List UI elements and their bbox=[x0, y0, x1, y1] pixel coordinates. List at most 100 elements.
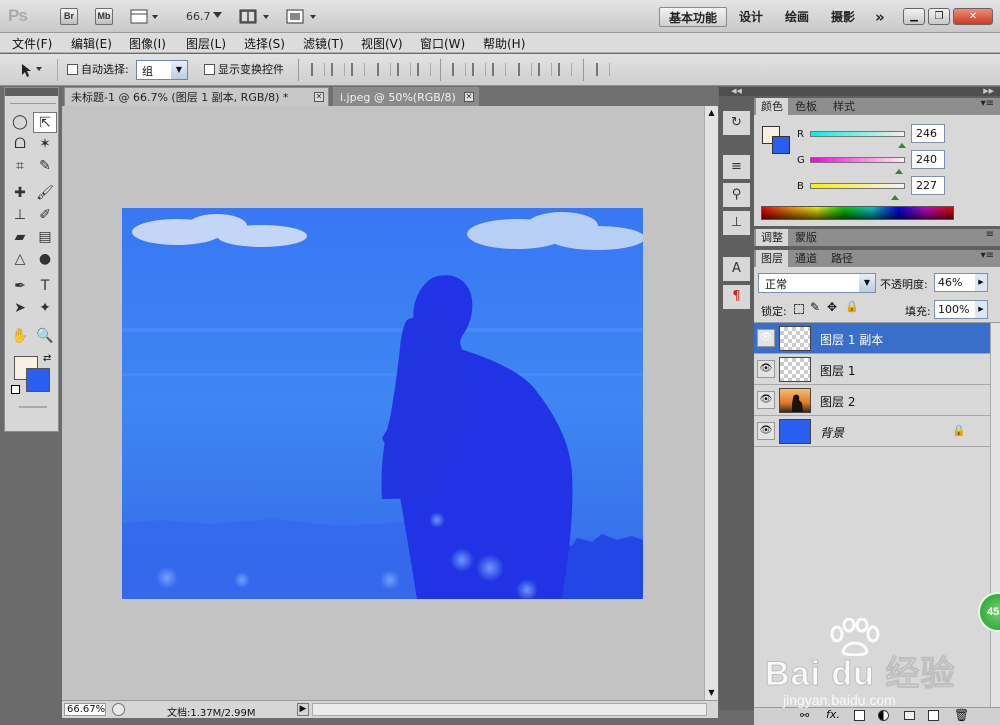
blend-mode-dropdown[interactable]: 正常 ▼ bbox=[758, 273, 876, 293]
tab-layers[interactable]: 图层 bbox=[756, 250, 788, 267]
menu-edit[interactable]: 编辑(E) bbox=[71, 35, 112, 52]
color-spectrum-bar[interactable] bbox=[761, 206, 954, 220]
panel-menu-icon[interactable]: ≡ bbox=[986, 229, 994, 240]
distribute-top-icon[interactable] bbox=[452, 63, 466, 76]
layer-row-layer1[interactable]: 👁 图层 1 bbox=[754, 354, 990, 385]
pen-tool-icon[interactable]: ✒ bbox=[8, 276, 32, 297]
lock-position-icon[interactable]: ✥ bbox=[827, 300, 837, 314]
scroll-down-icon[interactable]: ▼ bbox=[705, 686, 718, 699]
quick-mask-icon[interactable] bbox=[19, 406, 47, 408]
menu-view[interactable]: 视图(V) bbox=[361, 35, 403, 52]
align-bottom-icon[interactable] bbox=[351, 63, 365, 76]
tab-adjustments[interactable]: 调整 bbox=[756, 229, 788, 246]
layers-scrollbar[interactable] bbox=[990, 323, 1000, 723]
g-value-field[interactable]: 240 bbox=[911, 150, 945, 169]
r-value-field[interactable]: 246 bbox=[911, 124, 945, 143]
lasso-tool-icon[interactable]: ᗝ bbox=[8, 134, 32, 155]
marquee-tool-icon[interactable]: ◯ bbox=[8, 112, 32, 133]
mini-bridge-button[interactable]: Mb bbox=[95, 8, 113, 25]
close-tab-icon[interactable]: ✕ bbox=[314, 92, 324, 102]
floating-badge[interactable]: 45 bbox=[978, 592, 1000, 632]
distribute-bottom-icon[interactable] bbox=[492, 63, 506, 76]
hand-tool-icon[interactable]: ✋ bbox=[8, 326, 32, 347]
tab-paths[interactable]: 路径 bbox=[826, 250, 858, 267]
horizontal-scrollbar[interactable] bbox=[312, 703, 707, 716]
auto-align-icon[interactable] bbox=[596, 63, 610, 76]
menu-window[interactable]: 窗口(W) bbox=[420, 35, 465, 52]
panel-menu-icon[interactable]: ▾≡ bbox=[981, 98, 994, 109]
history-panel-icon[interactable]: ↻ bbox=[723, 111, 750, 135]
auto-select-checkbox[interactable] bbox=[67, 64, 78, 75]
show-transform-checkbox[interactable] bbox=[204, 64, 215, 75]
visibility-eye-icon[interactable]: 👁 bbox=[757, 360, 775, 378]
close-tab-icon[interactable]: ✕ bbox=[464, 92, 474, 102]
opacity-field[interactable]: 46% ▶ bbox=[934, 273, 988, 292]
visibility-eye-icon[interactable]: 👁 bbox=[757, 329, 775, 347]
menu-file[interactable]: 文件(F) bbox=[12, 35, 52, 52]
tab-styles[interactable]: 样式 bbox=[828, 98, 860, 115]
menu-layer[interactable]: 图层(L) bbox=[186, 35, 226, 52]
type-tool-icon[interactable]: T bbox=[33, 276, 57, 297]
opacity-arrow-icon[interactable]: ▶ bbox=[975, 274, 987, 291]
align-hcenter-icon[interactable] bbox=[397, 63, 411, 76]
align-top-icon[interactable] bbox=[311, 63, 325, 76]
align-right-icon[interactable] bbox=[417, 63, 431, 76]
tab-color[interactable]: 颜色 bbox=[756, 98, 788, 115]
tab-masks[interactable]: 蒙版 bbox=[790, 229, 822, 246]
canvas-area[interactable] bbox=[62, 106, 704, 700]
more-workspaces-button[interactable]: » bbox=[866, 7, 894, 27]
tool-preset-picker[interactable] bbox=[8, 59, 58, 81]
close-button[interactable]: ✕ bbox=[953, 8, 993, 25]
dock-collapse-icon[interactable]: ◀◀ bbox=[719, 87, 754, 96]
dock-expand-icon[interactable]: ▶▶ bbox=[754, 87, 1000, 96]
workspace-design[interactable]: 设计 bbox=[730, 7, 772, 27]
quick-selection-tool-icon[interactable]: ✶ bbox=[33, 134, 57, 155]
restore-button[interactable]: ❐ bbox=[928, 8, 950, 25]
auto-select-dropdown[interactable]: 组 ▼ bbox=[136, 60, 188, 80]
swap-colors-icon[interactable]: ⇄ bbox=[43, 353, 51, 364]
fill-field[interactable]: 100% ▶ bbox=[934, 300, 988, 319]
zoom-percentage-field[interactable]: 66.67% bbox=[64, 703, 106, 716]
minimize-button[interactable]: ▁ bbox=[903, 8, 925, 25]
visibility-eye-icon[interactable]: 👁 bbox=[757, 422, 775, 440]
zoom-dropdown-icon[interactable] bbox=[213, 12, 222, 19]
panel-menu-icon[interactable]: ▾≡ bbox=[981, 250, 994, 261]
default-colors-icon[interactable] bbox=[11, 385, 20, 394]
layer-name[interactable]: 背景 bbox=[820, 424, 844, 441]
layer-name[interactable]: 图层 2 bbox=[820, 393, 855, 410]
dodge-tool-icon[interactable]: ● bbox=[33, 249, 57, 270]
background-color-swatch[interactable] bbox=[26, 368, 50, 392]
lock-all-icon[interactable]: 🔒 bbox=[845, 300, 859, 313]
workspace-painting[interactable]: 绘画 bbox=[776, 7, 818, 27]
tab-channels[interactable]: 通道 bbox=[790, 250, 822, 267]
r-slider[interactable] bbox=[810, 131, 905, 137]
lock-transparency-icon[interactable] bbox=[794, 304, 804, 314]
layer-row-layer2[interactable]: 👁 图层 2 bbox=[754, 385, 990, 416]
shape-tool-icon[interactable]: ✦ bbox=[33, 298, 57, 319]
vertical-scrollbar[interactable]: ▲ ▼ bbox=[704, 106, 718, 700]
view-extras-dropdown[interactable] bbox=[130, 9, 160, 24]
paragraph-panel-icon[interactable]: ¶ bbox=[723, 285, 750, 309]
distribute-vcenter-icon[interactable] bbox=[472, 63, 486, 76]
clone-source-icon[interactable]: ⚲ bbox=[723, 183, 750, 207]
eyedropper-tool-icon[interactable]: ✎ bbox=[33, 156, 57, 177]
tool-presets-icon[interactable]: ⊥ bbox=[723, 211, 750, 235]
layer-row-layer1-copy[interactable]: 👁 图层 1 副本 bbox=[754, 323, 990, 354]
scroll-up-icon[interactable]: ▲ bbox=[705, 106, 718, 119]
path-selection-tool-icon[interactable]: ➤ bbox=[8, 298, 32, 319]
workspace-photography[interactable]: 摄影 bbox=[822, 7, 864, 27]
character-panel-icon[interactable]: A bbox=[723, 257, 750, 281]
distribute-hcenter-icon[interactable] bbox=[538, 63, 552, 76]
g-slider[interactable] bbox=[810, 157, 905, 163]
clone-stamp-tool-icon[interactable]: ⊥ bbox=[8, 205, 32, 226]
fill-arrow-icon[interactable]: ▶ bbox=[975, 301, 987, 318]
layer-name[interactable]: 图层 1 bbox=[820, 362, 855, 379]
screen-mode-dropdown[interactable] bbox=[286, 9, 320, 24]
tab-document-ijpeg[interactable]: i.jpeg @ 50%(RGB/8) ✕ bbox=[333, 87, 479, 106]
brush-tool-icon[interactable]: 🖌 bbox=[33, 183, 57, 204]
distribute-right-icon[interactable] bbox=[558, 63, 572, 76]
menu-image[interactable]: 图像(I) bbox=[129, 35, 166, 52]
align-vcenter-icon[interactable] bbox=[331, 63, 345, 76]
align-left-icon[interactable] bbox=[377, 63, 391, 76]
zoom-tool-icon[interactable]: 🔍 bbox=[33, 326, 57, 347]
